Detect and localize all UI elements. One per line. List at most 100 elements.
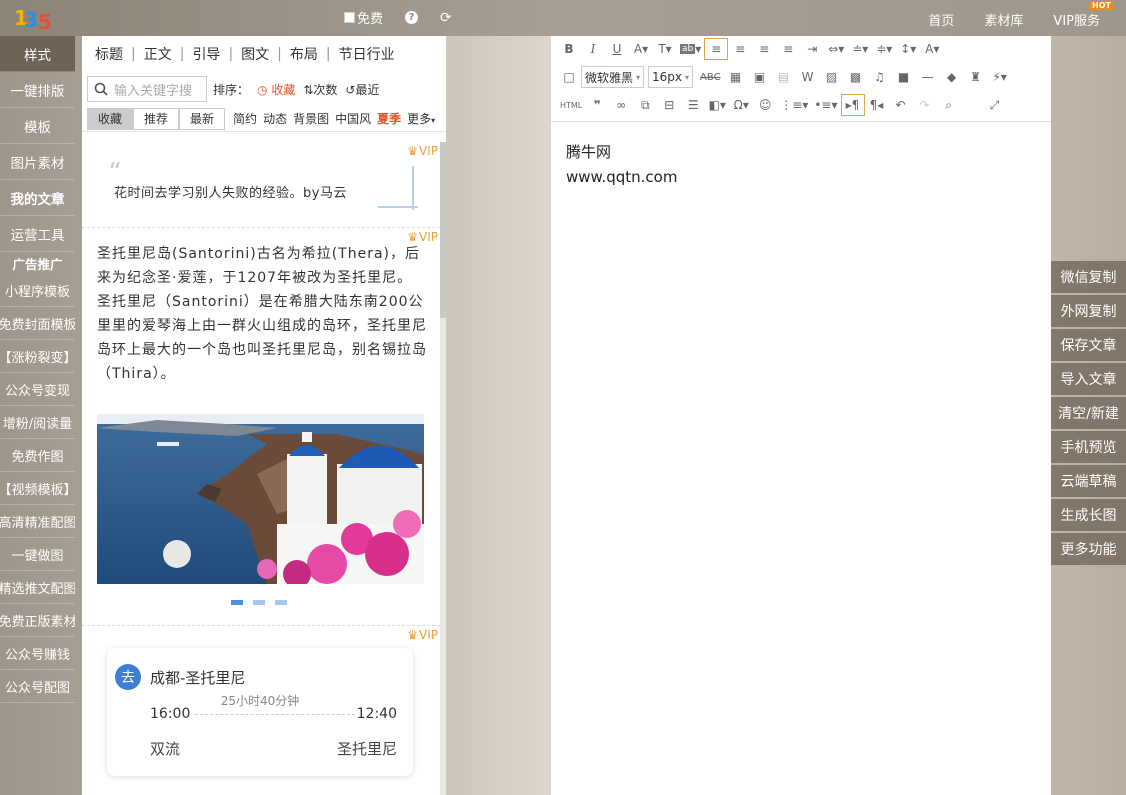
nav-home-link[interactable]: 首页 [928, 10, 954, 29]
nav-library-link[interactable]: 素材库 [984, 10, 1023, 29]
video-icon[interactable]: ■ [892, 66, 916, 88]
line-height-icon[interactable]: ↕▾ [896, 38, 920, 60]
word-import-icon[interactable]: W [796, 66, 820, 88]
clear-new-button[interactable]: 清空/新建 [1051, 397, 1126, 429]
save-article-button[interactable]: 保存文章 [1051, 329, 1126, 361]
horizontal-rule-icon[interactable]: — [916, 66, 940, 88]
insert-frame-icon[interactable]: ⊟ [657, 94, 681, 116]
nav-ad-item[interactable]: 免费正版素材 [0, 604, 75, 637]
app-logo[interactable]: 1 3 5 [14, 4, 58, 34]
blockquote-icon[interactable]: ❞ [585, 94, 609, 116]
find-replace-icon[interactable]: ⌕ [937, 94, 961, 116]
filter-more[interactable]: 更多▾ [407, 110, 435, 127]
bold-icon[interactable]: B [557, 38, 581, 60]
multi-image-icon[interactable]: ▤ [772, 66, 796, 88]
tab-title[interactable]: 标题 [87, 44, 131, 64]
nav-image-assets[interactable]: 图片素材 [0, 144, 75, 180]
eraser-icon[interactable]: ◆ [940, 66, 964, 88]
nav-ad-item[interactable]: 免费作图 [0, 439, 75, 472]
editor-content[interactable]: 腾牛网 www.qqtn.com [551, 122, 1051, 208]
insert-image-icon[interactable]: ▨ [820, 66, 844, 88]
nav-ad-item[interactable]: 【涨粉裂变】 [0, 340, 75, 373]
sort-recent[interactable]: ↺最近 [345, 81, 379, 98]
filter-newest[interactable]: 最新 [179, 107, 226, 130]
align-right-icon[interactable]: ≡ [752, 38, 776, 60]
nav-ad-item[interactable]: 高清精准配图 [0, 505, 75, 538]
carousel-dot[interactable] [231, 600, 243, 605]
undo-icon[interactable]: ↶ [889, 94, 913, 116]
nav-style[interactable]: 样式 [0, 36, 75, 72]
font-size-select[interactable]: 16px ▾ [648, 66, 694, 88]
filter-link-summer[interactable]: 夏季 [377, 110, 401, 127]
tab-layout[interactable]: 布局 [282, 44, 326, 64]
special-char-icon[interactable]: Ω▾ [729, 94, 753, 116]
filter-favorites[interactable]: 收藏 [87, 107, 134, 130]
italic-icon[interactable]: I [581, 38, 605, 60]
emoji-icon[interactable]: ☺ [753, 94, 777, 116]
nav-ad-item[interactable]: 增粉/阅读量 [0, 406, 75, 439]
filter-link[interactable]: 中国风 [335, 110, 371, 127]
nav-ad-item[interactable]: 小程序模板 [0, 274, 75, 307]
filter-link[interactable]: 背景图 [293, 110, 329, 127]
table-icon[interactable]: ▦ [724, 66, 748, 88]
font-family-select[interactable]: 微软雅黑 ▾ [581, 66, 645, 88]
more-functions-button[interactable]: 更多功能 [1051, 533, 1126, 565]
cloud-draft-button[interactable]: 云端草稿 [1051, 465, 1126, 497]
row-spacing-top-icon[interactable]: ≐▾ [848, 38, 872, 60]
tab-body[interactable]: 正文 [136, 44, 180, 64]
wechat-copy-button[interactable]: 微信复制 [1051, 261, 1126, 293]
nav-ad-item[interactable]: 公众号配图 [0, 670, 75, 703]
gallery-icon[interactable]: ▩ [844, 66, 868, 88]
nav-ad-item[interactable]: 一键做图 [0, 538, 75, 571]
row-spacing-bottom-icon[interactable]: ≑▾ [872, 38, 896, 60]
align-justify-icon[interactable]: ≡ [776, 38, 800, 60]
nav-my-articles[interactable]: 我的文章 [0, 180, 75, 216]
search-input[interactable]: 输入关键字搜 [87, 76, 207, 102]
external-copy-button[interactable]: 外网复制 [1051, 295, 1126, 327]
carousel-dot[interactable] [253, 600, 265, 605]
align-left-icon[interactable]: ≡ [704, 38, 729, 60]
sort-count[interactable]: ⇅次数 [303, 81, 337, 98]
redo-icon[interactable]: ↷ [913, 94, 937, 116]
long-image-button[interactable]: 生成长图 [1051, 499, 1126, 531]
align-center-icon[interactable]: ≡ [728, 38, 752, 60]
unordered-list-icon[interactable]: •≡▾ [811, 94, 840, 116]
nav-template[interactable]: 模板 [0, 108, 75, 144]
image-icon[interactable]: ▣ [748, 66, 772, 88]
nav-vip-link[interactable]: VIP服务 HOT [1053, 1, 1114, 29]
font-color-icon[interactable]: A▾ [629, 38, 653, 60]
new-document-icon[interactable]: □ [557, 66, 581, 88]
filter-recommended[interactable]: 推荐 [133, 107, 180, 130]
unlink-icon[interactable]: ⧉ [633, 94, 657, 116]
refresh-icon[interactable]: ⟳ [440, 10, 452, 26]
ordered-list-icon[interactable]: ⋮≡▾ [777, 94, 811, 116]
mobile-preview-button[interactable]: 手机预览 [1051, 431, 1126, 463]
ltr-icon[interactable]: ▸¶ [840, 94, 865, 116]
indent-icon[interactable]: ⇥ [800, 38, 824, 60]
strikethrough-icon[interactable]: ABC [697, 66, 724, 88]
help-icon[interactable]: ? [405, 11, 419, 24]
tab-guide[interactable]: 引导 [184, 44, 228, 64]
sort-favorites[interactable]: ◷ 收藏 [257, 81, 295, 98]
underline-icon[interactable]: U [605, 38, 629, 60]
paragraph-format-icon[interactable]: ☰ [681, 94, 705, 116]
style-card-article[interactable]: ♛ VIP 圣托里尼岛(Santorini)古名为希拉(Thera)，后来为纪念圣… [82, 228, 440, 626]
free-checkbox[interactable]: 免费 [344, 8, 383, 27]
tab-holiday[interactable]: 节日行业 [331, 44, 403, 64]
text-style-icon[interactable]: T▾ [653, 38, 677, 60]
letter-spacing-icon[interactable]: ⇔▾ [824, 38, 848, 60]
checkbox-icon[interactable] [344, 12, 355, 23]
filter-link[interactable]: 动态 [263, 110, 287, 127]
link-icon[interactable]: ∞ [609, 94, 633, 116]
import-article-button[interactable]: 导入文章 [1051, 363, 1126, 395]
magic-wand-icon[interactable]: ⚡▾ [988, 66, 1012, 88]
format-brush-icon[interactable]: ♜ [964, 66, 988, 88]
style-card-flight[interactable]: ♛ VIP 去 成都-圣托里尼 25小时40分钟 16:00 12:40 双流 圣… [82, 626, 440, 795]
panel-scrollbar-thumb[interactable] [440, 142, 446, 318]
nav-ad-item[interactable]: 公众号赚钱 [0, 637, 75, 670]
nav-ad-item[interactable]: 免费封面模板 [0, 307, 75, 340]
html-icon[interactable]: HTML [557, 94, 585, 116]
font-size-adjust-icon[interactable]: A▾ [920, 38, 944, 60]
nav-one-click-layout[interactable]: 一键排版 [0, 72, 75, 108]
background-color-icon[interactable]: ab ▾ [677, 38, 704, 60]
